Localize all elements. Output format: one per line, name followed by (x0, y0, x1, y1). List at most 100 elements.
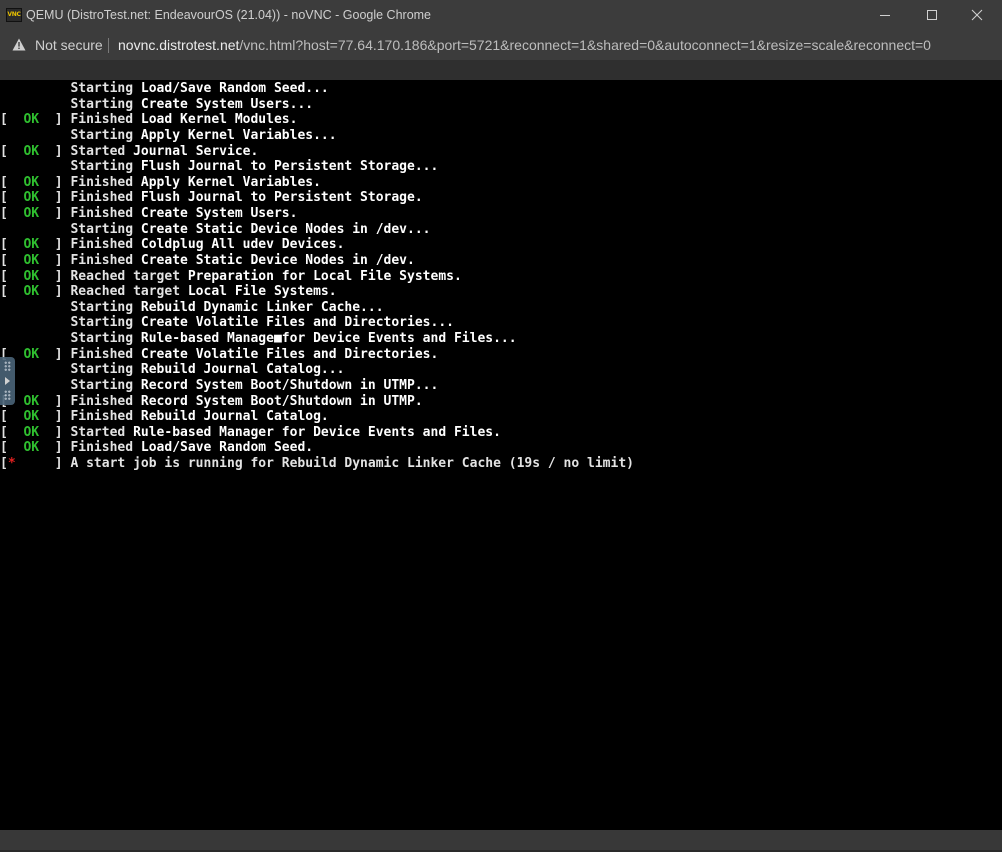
warning-icon[interactable] (12, 38, 26, 51)
status-column: [ OK ] (0, 252, 71, 268)
ok-status: OK (23, 346, 40, 362)
status-column: [ OK ] (0, 409, 71, 425)
log-message: Rule-based Manager for Device Events and… (133, 424, 501, 440)
log-message: Local File Systems. (187, 284, 337, 300)
log-message: Preparation for Local File Systems. (187, 268, 462, 284)
log-verb: Starting (70, 299, 134, 315)
grip-dots-icon (4, 361, 11, 371)
expand-arrow-icon (5, 377, 10, 385)
log-message: Create System Users... (140, 96, 314, 112)
log-message: Record System Boot/Shutdown in UTMP... (140, 377, 439, 393)
log-message: Create Volatile Files and Directories... (140, 315, 454, 331)
console-line: [ OK ] Finished Rebuild Journal Catalog. (0, 409, 634, 425)
window-title: QEMU (DistroTest.net: EndeavourOS (21.04… (26, 8, 432, 22)
ok-status: OK (23, 284, 40, 300)
ok-status: OK (23, 206, 40, 221)
log-verb: Finished (70, 252, 134, 268)
log-message: Create Static Device Nodes in /dev. (140, 252, 415, 268)
log-message: Apply Kernel Variables... (140, 127, 337, 143)
status-column: [ OK ] (0, 268, 71, 284)
log-verb: Starting (70, 331, 134, 346)
log-message: Create Static Device Nodes in /dev... (140, 221, 431, 237)
console-line: [ OK ] Finished Coldplug All udev Device… (0, 237, 634, 253)
console-line: [ OK ] Started Rule-based Manager for De… (0, 425, 634, 441)
log-message: Flush Journal to Persistent Storage... (140, 159, 439, 175)
log-verb: Finished (70, 409, 134, 425)
log-message: Rule-based Manage■for Device Events and … (140, 331, 517, 346)
status-column: [ OK ] (0, 424, 71, 440)
maximize-button[interactable] (908, 0, 954, 30)
ok-status: OK (23, 252, 40, 268)
ok-status: OK (23, 268, 40, 284)
status-column: [ OK ] (0, 237, 71, 253)
log-verb: Reached target (70, 284, 181, 300)
log-verb: Starting (70, 159, 134, 175)
console-line: Starting Record System Boot/Shutdown in … (0, 378, 634, 394)
log-message: Load Kernel Modules. (140, 112, 298, 128)
log-verb: Starting (70, 362, 134, 378)
status-column (0, 159, 70, 174)
log-verb: Starting (70, 81, 134, 96)
status-column: [ OK ] (0, 112, 71, 128)
security-status-label[interactable]: Not secure (35, 30, 103, 60)
status-column: [ OK ] (0, 190, 71, 206)
log-message: Apply Kernel Variables. (140, 174, 321, 190)
console-line: [ OK ] Finished Flush Journal to Persist… (0, 190, 634, 206)
log-verb: Started (70, 143, 126, 159)
log-message: Load/Save Random Seed... (140, 81, 329, 96)
log-message: Flush Journal to Persistent Storage. (140, 190, 423, 206)
log-message: Coldplug All udev Devices. (140, 237, 345, 253)
log-message: Create System Users. (140, 206, 298, 221)
console-line: [ OK ] Finished Create System Users. (0, 206, 634, 222)
ok-status: OK (23, 174, 40, 190)
status-column: [ OK ] (0, 143, 71, 159)
console-line: Starting Rebuild Dynamic Linker Cache... (0, 300, 634, 316)
log-verb: Finished (70, 393, 134, 409)
console-line: [ OK ] Finished Create Static Device Nod… (0, 253, 634, 269)
log-verb: Reached target (70, 268, 181, 284)
running-star-indicator: * (7, 456, 16, 471)
log-message: Rebuild Journal Catalog... (140, 362, 345, 378)
console-line: [ OK ] Finished Record System Boot/Shutd… (0, 394, 634, 410)
minimize-button[interactable] (862, 0, 908, 30)
log-verb: Starting (70, 96, 134, 112)
console-output: Starting Load/Save Random Seed... Starti… (0, 81, 634, 472)
console-line: Starting Load/Save Random Seed... (0, 81, 634, 97)
log-verb: Starting (70, 127, 134, 143)
console-line: [ OK ] Finished Load Kernel Modules. (0, 112, 634, 128)
ok-status: OK (23, 112, 40, 128)
minimize-icon (880, 15, 890, 16)
status-column (0, 222, 70, 237)
vnc-console-screen[interactable]: Starting Load/Save Random Seed... Starti… (0, 80, 1002, 830)
log-message: Rebuild Journal Catalog. (140, 409, 329, 425)
log-verb: A start job is running for Rebuild Dynam… (70, 456, 634, 471)
console-line: Starting Rebuild Journal Catalog... (0, 362, 634, 378)
status-column: [ OK ] (0, 440, 71, 456)
status-column (0, 97, 70, 112)
log-message: Load/Save Random Seed. (140, 440, 314, 456)
log-verb: Finished (70, 190, 134, 206)
console-line: [ OK ] Reached target Preparation for Lo… (0, 269, 634, 285)
console-line: Starting Create Static Device Nodes in /… (0, 222, 634, 238)
ok-status: OK (23, 143, 40, 159)
log-message: Create Volatile Files and Directories. (140, 346, 439, 362)
status-column: [ OK ] (0, 206, 71, 221)
url-field[interactable]: novnc.distrotest.net/vnc.html?host=77.64… (118, 30, 931, 60)
close-button[interactable] (954, 0, 1000, 30)
log-verb: Finished (70, 346, 134, 362)
status-column (0, 128, 70, 143)
status-column (0, 331, 70, 346)
novnc-control-bar-handle[interactable] (0, 357, 15, 405)
title-bar[interactable]: VNC QEMU (DistroTest.net: EndeavourOS (2… (0, 0, 1002, 30)
log-verb: Finished (70, 440, 134, 456)
maximize-icon (927, 10, 937, 20)
ok-status: OK (23, 393, 40, 409)
log-verb: Finished (70, 174, 134, 190)
log-message: Journal Service. (133, 143, 259, 159)
grip-dots-icon (4, 390, 11, 400)
address-bar[interactable]: Not secure novnc.distrotest.net/vnc.html… (0, 30, 1002, 60)
log-verb: Started (70, 424, 126, 440)
status-column: [ OK ] (0, 284, 71, 300)
console-line: [ OK ] Started Journal Service. (0, 144, 634, 160)
ok-status: OK (23, 190, 40, 206)
